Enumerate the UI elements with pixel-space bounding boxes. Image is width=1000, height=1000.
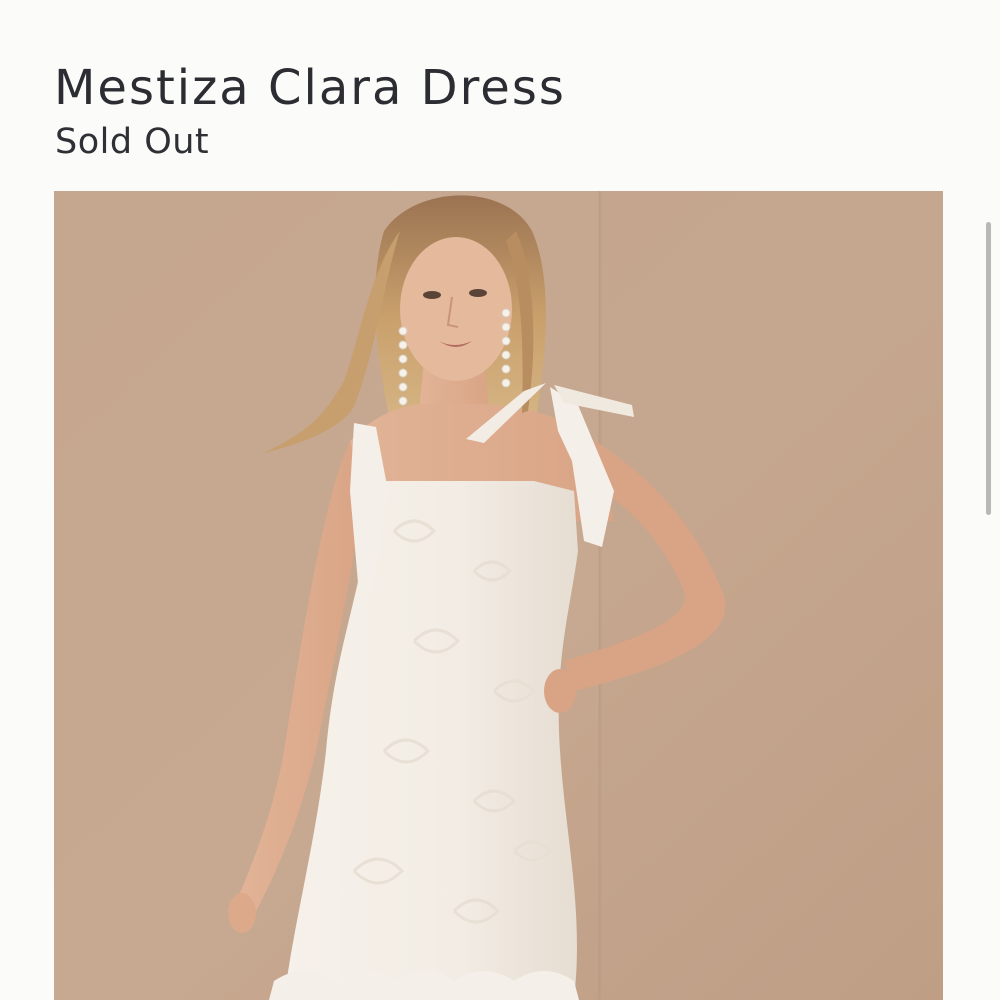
availability-status: Sold Out <box>55 122 210 162</box>
product-photo-illustration <box>54 191 943 1000</box>
product-image[interactable] <box>54 191 943 1000</box>
scrollbar-thumb[interactable] <box>986 222 991 515</box>
product-title: Mestiza Clara Dress <box>54 60 566 117</box>
product-page: Mestiza Clara Dress Sold Out <box>0 0 1000 1000</box>
